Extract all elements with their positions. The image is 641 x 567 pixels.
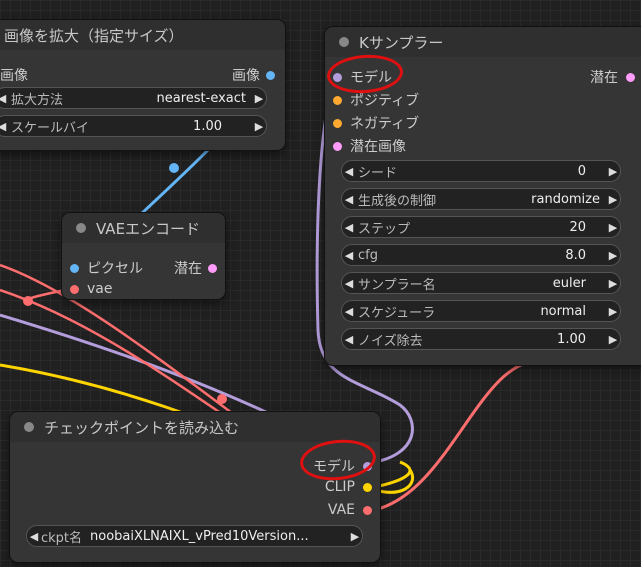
input-positive[interactable]: ポジティブ (333, 90, 419, 110)
output-vae[interactable]: VAE (328, 502, 372, 518)
output-label: VAE (327, 502, 355, 518)
arrow-right-icon[interactable]: ▶ (606, 333, 620, 346)
collapse-dot-icon[interactable] (76, 223, 86, 233)
arrow-left-icon[interactable]: ◀ (342, 333, 356, 346)
node-title-bar[interactable]: 画像を拡大（指定サイズ） (0, 20, 285, 50)
node-title: VAEエンコード (96, 219, 201, 238)
cfg-widget[interactable]: ◀ cfg 8.0 ▶ (341, 244, 621, 266)
input-image[interactable]: 画像 (0, 65, 28, 85)
output-socket[interactable] (363, 482, 372, 492)
input-pixels[interactable]: ピクセル (70, 258, 143, 278)
wire-midpoint (169, 163, 179, 173)
output-label: 潜在 (174, 261, 202, 277)
output-latent[interactable]: 潜在 (174, 258, 217, 278)
output-image[interactable]: 画像 (232, 65, 275, 85)
arrow-left-icon[interactable]: ◀ (27, 530, 41, 543)
arrow-right-icon[interactable]: ▶ (606, 277, 620, 290)
arrow-right-icon[interactable]: ▶ (252, 120, 266, 133)
arrow-right-icon[interactable]: ▶ (348, 530, 362, 543)
widget-label: ckpt名 (41, 530, 83, 546)
widget-value: euler (552, 275, 586, 291)
arrow-right-icon[interactable]: ▶ (252, 92, 266, 105)
node-title-bar[interactable]: VAEエンコード (62, 213, 225, 243)
input-label: vae (87, 281, 113, 297)
arrow-right-icon[interactable]: ▶ (606, 193, 620, 206)
widget-label: 生成後の制御 (358, 193, 437, 209)
input-socket[interactable] (333, 141, 342, 151)
widget-value: normal (540, 303, 586, 319)
checkpoint-loader-node[interactable]: チェックポイントを読み込む モデル CLIP VAE ◀ ckpt名 nooba… (10, 412, 380, 562)
input-vae[interactable]: vae (70, 281, 112, 297)
arrow-left-icon[interactable]: ◀ (0, 92, 9, 105)
collapse-dot-icon[interactable] (339, 37, 349, 47)
node-title-bar[interactable]: チェックポイントを読み込む (10, 412, 380, 442)
node-title: Kサンプラー (359, 33, 444, 52)
arrow-right-icon[interactable]: ▶ (606, 165, 620, 178)
arrow-left-icon[interactable]: ◀ (342, 277, 356, 290)
widget-value: 1.00 (193, 118, 222, 134)
input-label: ネガティブ (350, 116, 420, 132)
control-after-generate-widget[interactable]: ◀ 生成後の制御 randomize ▶ (341, 188, 621, 210)
arrow-right-icon[interactable]: ▶ (606, 305, 620, 318)
output-socket[interactable] (208, 263, 217, 273)
widget-value: 20 (569, 219, 586, 235)
widget-label: スケジューラ (358, 305, 436, 321)
input-socket[interactable] (333, 95, 342, 105)
widget-label: cfg (358, 247, 378, 263)
output-socket[interactable] (626, 72, 635, 82)
arrow-left-icon[interactable]: ◀ (0, 120, 9, 133)
arrow-right-icon[interactable]: ▶ (606, 249, 620, 262)
arrow-right-icon[interactable]: ▶ (606, 221, 620, 234)
ckpt-name-widget[interactable]: ◀ ckpt名 noobaiXLNAIXL_vPred10Version... … (26, 525, 363, 547)
scheduler-widget[interactable]: ◀ スケジューラ normal ▶ (341, 300, 621, 322)
input-socket[interactable] (333, 118, 342, 128)
widget-label: ステップ (358, 221, 411, 237)
output-latent[interactable]: 潜在 (590, 67, 635, 87)
output-label: 画像 (232, 68, 260, 84)
input-socket[interactable] (70, 284, 79, 294)
node-title-bar[interactable]: Kサンプラー (325, 27, 641, 57)
denoise-widget[interactable]: ◀ ノイズ除去 1.00 ▶ (341, 328, 621, 350)
arrow-left-icon[interactable]: ◀ (342, 165, 356, 178)
output-label: 潜在 (590, 70, 618, 86)
vae-encode-node[interactable]: VAEエンコード ピクセル vae 潜在 (62, 213, 225, 299)
widget-value: 0 (577, 163, 586, 179)
arrow-left-icon[interactable]: ◀ (342, 193, 356, 206)
widget-label: ノイズ除去 (358, 333, 423, 349)
wire-midpoint (23, 296, 33, 306)
widget-label: スケールバイ (11, 120, 90, 136)
wire-midpoint (217, 394, 227, 404)
output-label: CLIP (324, 479, 355, 495)
widget-value: 1.00 (557, 331, 586, 347)
widget-label: サンプラー名 (358, 277, 436, 293)
input-label: 画像 (0, 68, 28, 84)
node-title: 画像を拡大（指定サイズ） (4, 26, 184, 45)
node-title: チェックポイントを読み込む (44, 418, 240, 437)
widget-value: nearest-exact (156, 90, 247, 106)
upscale-method-widget[interactable]: ◀ 拡大方法 nearest-exact ▶ (0, 87, 267, 109)
arrow-left-icon[interactable]: ◀ (342, 221, 356, 234)
collapse-dot-icon[interactable] (24, 422, 34, 432)
widget-value: noobaiXLNAIXL_vPred10Version... (90, 528, 309, 544)
input-latent-image[interactable]: 潜在画像 (333, 136, 406, 156)
steps-widget[interactable]: ◀ ステップ 20 ▶ (341, 216, 621, 238)
input-label: ピクセル (87, 261, 143, 277)
widget-value: randomize (531, 191, 600, 207)
input-negative[interactable]: ネガティブ (333, 113, 419, 133)
sampler-name-widget[interactable]: ◀ サンプラー名 euler ▶ (341, 272, 621, 294)
widget-value: 8.0 (565, 247, 586, 263)
seed-widget[interactable]: ◀ シード 0 ▶ (341, 160, 621, 182)
output-clip[interactable]: CLIP (325, 479, 372, 495)
input-socket[interactable] (70, 263, 79, 273)
scale-by-widget[interactable]: ◀ スケールバイ 1.00 ▶ (0, 115, 267, 137)
upscale-image-node[interactable]: 画像を拡大（指定サイズ） 画像 画像 ◀ 拡大方法 nearest-exact … (0, 20, 285, 150)
widget-label: 拡大方法 (11, 92, 64, 108)
arrow-left-icon[interactable]: ◀ (342, 249, 356, 262)
output-socket[interactable] (266, 70, 275, 80)
widget-label: シード (358, 165, 398, 181)
input-label: 潜在画像 (350, 139, 406, 155)
arrow-left-icon[interactable]: ◀ (342, 305, 356, 318)
output-socket[interactable] (363, 505, 372, 515)
